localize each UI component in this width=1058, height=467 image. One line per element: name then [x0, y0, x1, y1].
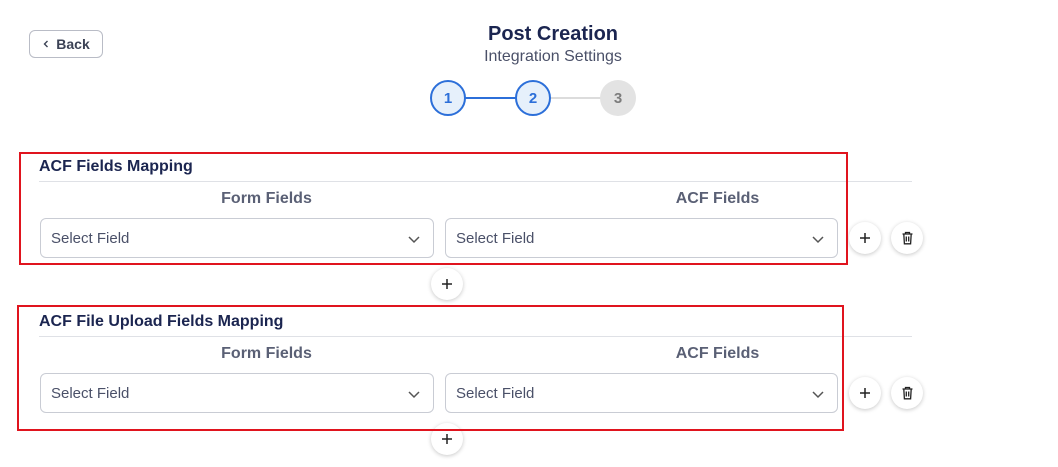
form-fields-header: Form Fields [221, 190, 312, 207]
section-title: ACF File Upload Fields Mapping [39, 313, 284, 330]
step-connector-pending [549, 97, 601, 99]
acf-field-select[interactable]: Select Field [445, 218, 838, 258]
chevron-down-icon [812, 391, 824, 399]
select-value: Select Field [51, 229, 130, 247]
plus-icon [860, 388, 870, 398]
divider [39, 336, 912, 337]
trash-icon [902, 386, 912, 400]
page-subtitle: Integration Settings [484, 48, 622, 65]
form-field-select[interactable]: Select Field [40, 373, 434, 413]
chevron-down-icon [408, 236, 420, 244]
step-connector-completed [464, 97, 516, 99]
step-1[interactable]: 1 [430, 80, 466, 116]
step-3[interactable]: 3 [600, 80, 636, 116]
delete-row-button[interactable] [891, 377, 923, 409]
chevron-down-icon [812, 236, 824, 244]
add-mapping-button[interactable] [431, 423, 463, 455]
page-title: Post Creation [487, 23, 619, 45]
step-2[interactable]: 2 [515, 80, 551, 116]
acf-field-select[interactable]: Select Field [445, 373, 838, 413]
plus-icon [442, 279, 452, 289]
divider [39, 181, 912, 182]
section-title: ACF Fields Mapping [39, 158, 193, 175]
acf-fields-header: ACF Fields [675, 190, 760, 207]
form-fields-header: Form Fields [221, 345, 312, 362]
acf-fields-header: ACF Fields [675, 345, 760, 362]
trash-icon [902, 231, 912, 245]
add-row-button[interactable] [849, 222, 881, 254]
form-field-select[interactable]: Select Field [40, 218, 434, 258]
delete-row-button[interactable] [891, 222, 923, 254]
stepper: 1 2 3 [430, 80, 636, 116]
plus-icon [860, 233, 870, 243]
chevron-down-icon [408, 391, 420, 399]
add-mapping-button[interactable] [431, 268, 463, 300]
select-value: Select Field [456, 384, 535, 402]
select-value: Select Field [456, 229, 535, 247]
select-value: Select Field [51, 384, 130, 402]
add-row-button[interactable] [849, 377, 881, 409]
plus-icon [442, 434, 452, 444]
